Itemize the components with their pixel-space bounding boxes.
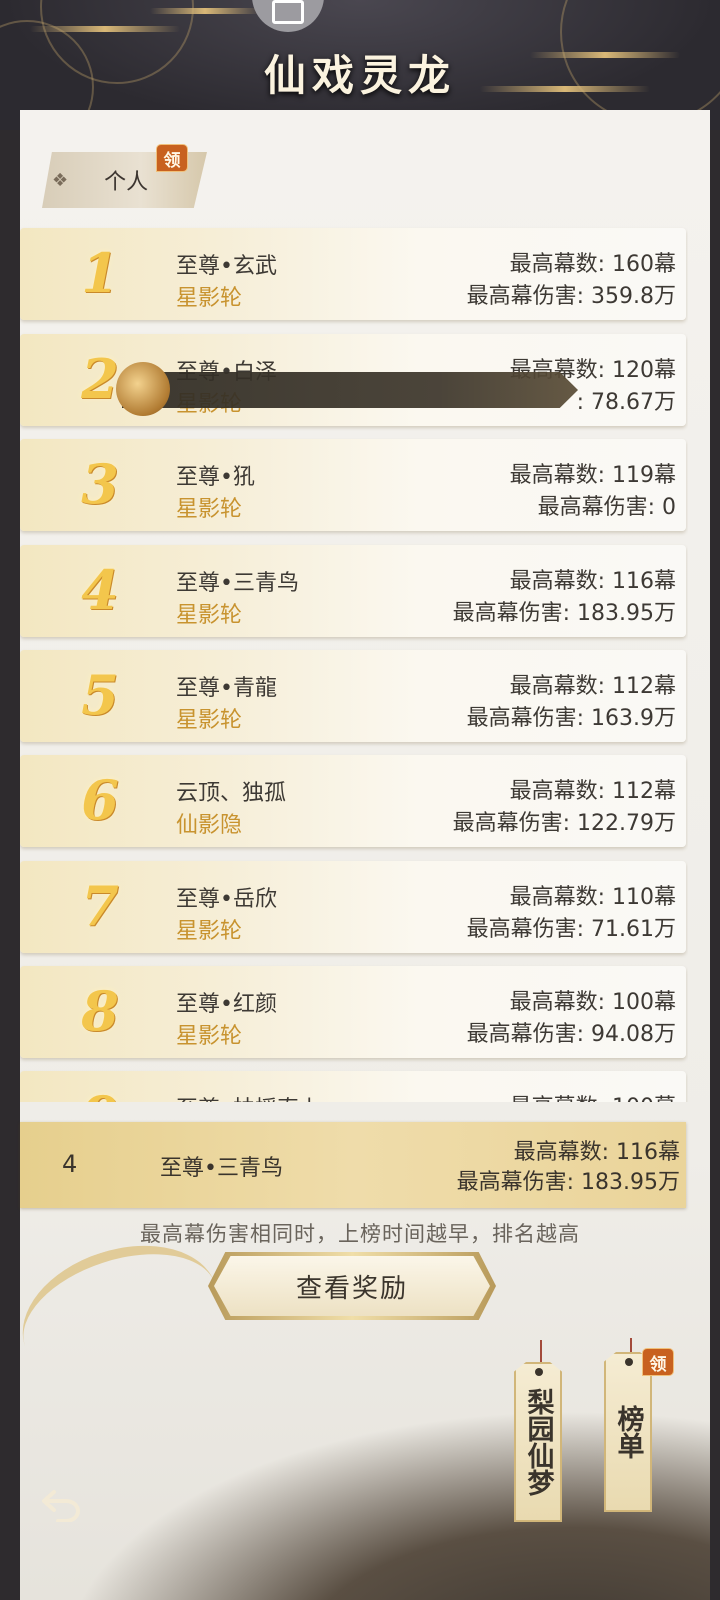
rank-number: 3: [81, 452, 119, 516]
tag-hole: [535, 1368, 543, 1376]
ranking-row[interactable]: 5 至尊•青龍 星影轮 最高幕数: 112幕 最高幕伤害: 163.9万: [20, 650, 686, 742]
max-damage: 最高幕伤害: 94.08万: [466, 1022, 676, 1047]
claim-badge: 领: [642, 1348, 674, 1376]
rank-number: 4: [81, 558, 119, 622]
max-act: 最高幕数: 110幕: [509, 885, 676, 910]
player-name: 云顶、独孤: [176, 781, 287, 806]
player-title: 星影轮: [176, 708, 243, 733]
tag-hole: [625, 1358, 633, 1366]
tab-label: 个人: [104, 170, 149, 195]
ranking-list[interactable]: 1 至尊•玄武 星影轮 最高幕数: 160幕 最高幕伤害: 359.8万 2 至…: [20, 224, 688, 1102]
tag-label: 梨园仙梦: [522, 1388, 554, 1496]
player-title: 星影轮: [176, 919, 243, 944]
view-rewards-button[interactable]: 查看奖励: [214, 1256, 490, 1316]
max-act: 最高幕数: 160幕: [509, 252, 676, 277]
rank-number: 6: [81, 768, 119, 832]
my-max-damage: 最高幕伤害: 183.95万: [456, 1170, 680, 1195]
player-title: 星影轮: [176, 603, 243, 628]
cloud-decoration: [30, 26, 180, 32]
tag-liyuan-xianmeng[interactable]: 梨园仙梦: [514, 1362, 562, 1522]
my-max-act: 最高幕数: 116幕: [513, 1140, 680, 1165]
ranking-row[interactable]: 7 至尊•岳欣 星影轮 最高幕数: 110幕 最高幕伤害: 71.61万: [20, 861, 686, 953]
tag-leaderboard[interactable]: 榜单: [604, 1352, 652, 1512]
max-damage: 最高幕伤害: 183.95万: [452, 601, 676, 626]
player-name: 至尊•犼: [176, 465, 255, 490]
player-title: 仙影隐: [176, 813, 243, 838]
player-name: 至尊•玄武: [176, 254, 277, 279]
player-name: 至尊•青龍: [176, 676, 277, 701]
ranking-row[interactable]: 3 至尊•犼 星影轮 最高幕数: 119幕 最高幕伤害: 0: [20, 439, 686, 531]
banner-knot-icon: [116, 362, 170, 416]
player-name: 至尊•扶摇直上: [176, 1091, 321, 1102]
player-name: 至尊•红颜: [176, 992, 277, 1017]
max-damage: 最高幕伤害: 163.9万: [466, 706, 676, 731]
diamond-icon: ❖: [52, 169, 69, 191]
ranking-row[interactable]: 8 至尊•红颜 星影轮 最高幕数: 100幕 最高幕伤害: 94.08万: [20, 966, 686, 1058]
cloud-decoration: [150, 8, 260, 14]
max-act: 最高幕数: 112幕: [509, 779, 676, 804]
ranking-row[interactable]: 1 至尊•玄武 星影轮 最高幕数: 160幕 最高幕伤害: 359.8万: [20, 228, 686, 320]
ranking-row[interactable]: 4 至尊•三青鸟 星影轮 最高幕数: 116幕 最高幕伤害: 183.95万: [20, 545, 686, 637]
my-ranking-record: 4 至尊•三青鸟 最高幕数: 116幕 最高幕伤害: 183.95万: [20, 1122, 686, 1208]
player-title: 星影轮: [176, 1024, 243, 1049]
ranking-row[interactable]: 6 云顶、独孤 仙影隐 最高幕数: 112幕 最高幕伤害: 122.79万: [20, 755, 686, 847]
ranking-row[interactable]: 9 至尊•扶摇直上 最高幕数: 100幕: [20, 1071, 686, 1102]
player-title: 星影轮: [176, 497, 243, 522]
player-name: 至尊•岳欣: [176, 887, 277, 912]
max-damage: 最高幕伤害: 71.61万: [466, 917, 676, 942]
rank-number: 1: [81, 241, 119, 305]
max-act: 最高幕数: 116幕: [509, 569, 676, 594]
max-damage: 最高幕伤害: 0: [537, 495, 676, 520]
page-title: 仙戏灵龙: [263, 51, 456, 100]
max-act: 最高幕数: 100幕: [509, 990, 676, 1015]
my-name: 至尊•三青鸟: [160, 1156, 283, 1181]
claim-badge: 领: [156, 144, 188, 172]
max-damage: 最高幕伤害: 122.79万: [452, 811, 676, 836]
rank-number: 9: [70, 1081, 130, 1102]
max-act: 最高幕数: 119幕: [509, 463, 676, 488]
max-act: 最高幕数: 112幕: [509, 674, 676, 699]
rank-number: 7: [81, 874, 119, 938]
rank-number: 5: [81, 663, 119, 727]
tag-label: 榜单: [612, 1405, 644, 1459]
player-name: 至尊•三青鸟: [176, 571, 299, 596]
scroll-banner-overlay: [122, 372, 578, 408]
ranking-rule-notice: 最高幕伤害相同时，上榜时间越早，排名越高: [140, 1222, 580, 1246]
rank-number: 8: [81, 979, 119, 1043]
max-damage: 最高幕伤害: 359.8万: [466, 284, 676, 309]
my-rank: 4: [62, 1150, 78, 1178]
back-arrow-icon[interactable]: [40, 1488, 84, 1522]
max-act: 最高幕数: 100幕: [510, 1089, 676, 1102]
max-damage: : 78.67万: [576, 390, 676, 415]
player-title: 星影轮: [176, 286, 243, 311]
